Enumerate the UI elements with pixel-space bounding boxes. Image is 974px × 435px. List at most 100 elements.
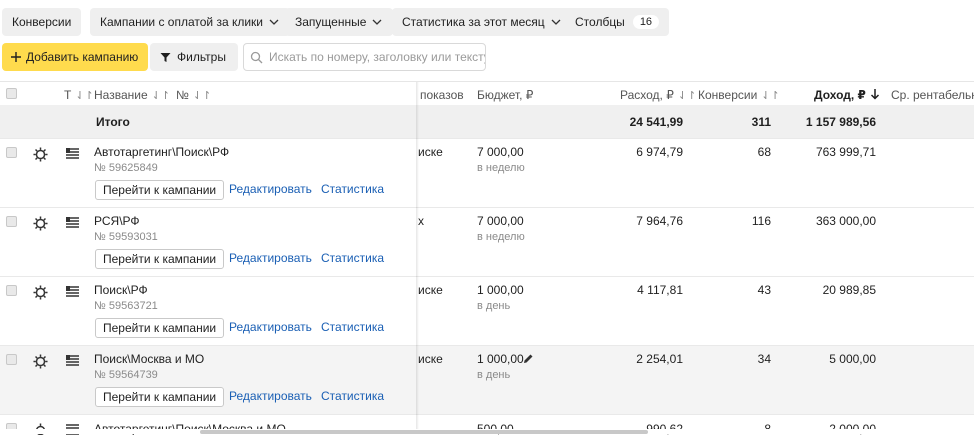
select-all-checkbox[interactable] bbox=[6, 88, 17, 99]
table-row: Автотаргетинг\Поиск\РФ № 59625849 Перейт… bbox=[0, 138, 974, 208]
total-conversions: 311 bbox=[751, 115, 771, 129]
header-spend[interactable]: Расход, ₽ ⇃↾ bbox=[620, 88, 696, 102]
impressions-cell: иске bbox=[418, 145, 443, 159]
chevron-down-icon bbox=[551, 19, 561, 25]
sort-icon: ⇃↾ bbox=[761, 90, 780, 102]
search-input[interactable] bbox=[269, 50, 485, 64]
row-checkbox[interactable] bbox=[6, 216, 17, 227]
go-to-campaign-button[interactable]: Перейти к кампании bbox=[95, 318, 225, 338]
spend-value: 6 974,79 bbox=[636, 145, 683, 159]
edit-link[interactable]: Редактировать bbox=[229, 389, 312, 403]
campaign-number: № 59563721 bbox=[94, 300, 158, 312]
statistics-link[interactable]: Статистика bbox=[321, 389, 384, 403]
budget-value: 1 000,00 bbox=[477, 283, 524, 297]
conversions-value: 34 bbox=[757, 352, 771, 366]
chevron-down-icon bbox=[372, 19, 382, 25]
header-type-label: Т bbox=[64, 88, 72, 102]
chip-conversions-label: Конверсии bbox=[12, 15, 72, 29]
campaign-name[interactable]: Автотаргетинг\Поиск\РФ bbox=[94, 145, 229, 159]
chip-conversions[interactable]: Конверсии bbox=[2, 8, 82, 36]
pencil-icon[interactable] bbox=[523, 353, 534, 364]
campaign-type-text-icon bbox=[66, 148, 79, 159]
budget-period: в день bbox=[477, 300, 511, 312]
chip-launched[interactable]: Запущенные bbox=[285, 8, 394, 36]
chip-columns[interactable]: Столбцы 16 bbox=[565, 8, 670, 36]
edit-link[interactable]: Редактировать bbox=[229, 320, 312, 334]
arrow-down-icon bbox=[870, 89, 879, 100]
header-revenue-label: Доход, ₽ bbox=[814, 88, 866, 102]
campaign-name[interactable]: Поиск\Москва и МО bbox=[94, 352, 204, 366]
total-row: Итого 24 541,99 311 1 157 989,56 bbox=[0, 105, 974, 138]
header-spend-label: Расход, ₽ bbox=[620, 88, 674, 102]
total-label: Итого bbox=[96, 115, 130, 129]
campaign-name[interactable]: Поиск\РФ bbox=[94, 283, 148, 297]
go-to-campaign-button[interactable]: Перейти к кампании bbox=[95, 387, 225, 407]
row-checkbox[interactable] bbox=[6, 285, 17, 296]
chip-launched-label: Запущенные bbox=[295, 15, 367, 29]
header-impressions[interactable]: показов bbox=[420, 88, 464, 102]
header-budget[interactable]: Бюджет, ₽ bbox=[477, 88, 533, 102]
table-row: Поиск\РФ № 59563721 Перейти к кампании Р… bbox=[0, 276, 974, 346]
edit-link[interactable]: Редактировать bbox=[229, 182, 312, 196]
chip-campaigns-cpc-label: Кампании с оплатой за клики bbox=[100, 15, 263, 29]
budget-value: 7 000,00 bbox=[477, 145, 524, 159]
header-number-label: № bbox=[176, 88, 189, 102]
gear-icon[interactable] bbox=[33, 285, 48, 300]
header-profitability-label: Ср. рентабельн bbox=[891, 88, 974, 102]
edit-link[interactable]: Редактировать bbox=[229, 251, 312, 265]
spend-value: 7 964,76 bbox=[636, 214, 683, 228]
statistics-link[interactable]: Статистика bbox=[321, 182, 384, 196]
chip-stats-month[interactable]: Статистика за этот месяц bbox=[392, 8, 572, 36]
filters-button[interactable]: Фильтры bbox=[150, 43, 238, 71]
table-row: Поиск\Москва и МО № 59564739 Перейти к к… bbox=[0, 345, 974, 415]
header-name[interactable]: Название ⇃↾ bbox=[94, 88, 170, 102]
statistics-link[interactable]: Статистика bbox=[321, 251, 384, 265]
header-impressions-label: показов bbox=[420, 88, 464, 102]
chip-campaigns-cpc[interactable]: Кампании с оплатой за клики bbox=[90, 8, 290, 36]
conversions-value: 116 bbox=[751, 214, 771, 228]
impressions-cell: иске bbox=[418, 283, 443, 297]
total-spend: 24 541,99 bbox=[629, 115, 683, 129]
gear-icon[interactable] bbox=[33, 216, 48, 231]
conversions-value: 43 bbox=[757, 283, 771, 297]
total-revenue: 1 157 989,56 bbox=[805, 115, 876, 129]
search-icon bbox=[250, 51, 263, 63]
row-checkbox[interactable] bbox=[6, 147, 17, 158]
header-type[interactable]: Т ⇃↾ bbox=[64, 88, 94, 102]
go-to-campaign-button[interactable]: Перейти к кампании bbox=[95, 249, 225, 269]
statistics-link[interactable]: Статистика bbox=[321, 320, 384, 334]
header-number[interactable]: № ⇃↾ bbox=[176, 88, 211, 102]
budget-value: 7 000,00 bbox=[477, 214, 524, 228]
gear-icon[interactable] bbox=[33, 147, 48, 162]
conversions-value: 68 bbox=[757, 145, 771, 159]
header-revenue[interactable]: Доход, ₽ bbox=[814, 88, 880, 102]
funnel-icon bbox=[160, 52, 171, 62]
columns-count-badge: 16 bbox=[632, 15, 660, 29]
campaign-type-text-icon bbox=[66, 286, 79, 297]
header-conversions-label: Конверсии bbox=[698, 88, 758, 102]
chip-stats-month-label: Статистика за этот месяц bbox=[402, 15, 545, 29]
search-field[interactable] bbox=[243, 43, 486, 71]
horizontal-scrollbar-thumb[interactable] bbox=[200, 430, 648, 434]
campaign-name[interactable]: РСЯ\РФ bbox=[94, 214, 140, 228]
go-to-campaign-button[interactable]: Перейти к кампании bbox=[95, 180, 225, 200]
budget-period: в неделю bbox=[477, 231, 525, 243]
campaign-number: № 59625849 bbox=[94, 162, 158, 174]
sticky-column-shadow bbox=[416, 82, 419, 434]
revenue-value: 5 000,00 bbox=[829, 352, 876, 366]
row-checkbox[interactable] bbox=[6, 354, 17, 365]
revenue-value: 363 000,00 bbox=[815, 214, 876, 228]
campaign-type-text-icon bbox=[66, 217, 79, 228]
add-campaign-button[interactable]: Добавить кампанию bbox=[2, 43, 149, 71]
plus-icon bbox=[11, 52, 21, 62]
gear-icon[interactable] bbox=[33, 354, 48, 369]
header-conversions[interactable]: Конверсии ⇃↾ bbox=[698, 88, 780, 102]
table-header-divider bbox=[0, 81, 974, 82]
sort-icon: ⇃↾ bbox=[677, 90, 697, 102]
header-profitability[interactable]: Ср. рентабельн bbox=[891, 88, 974, 102]
budget-value: 1 000,00 bbox=[477, 352, 524, 366]
budget-period: в день bbox=[477, 369, 511, 381]
table-row: РСЯ\РФ № 59593031 Перейти к кампании Ред… bbox=[0, 207, 974, 277]
spend-value: 4 117,81 bbox=[637, 283, 683, 297]
campaign-number: № 59564739 bbox=[94, 369, 158, 381]
